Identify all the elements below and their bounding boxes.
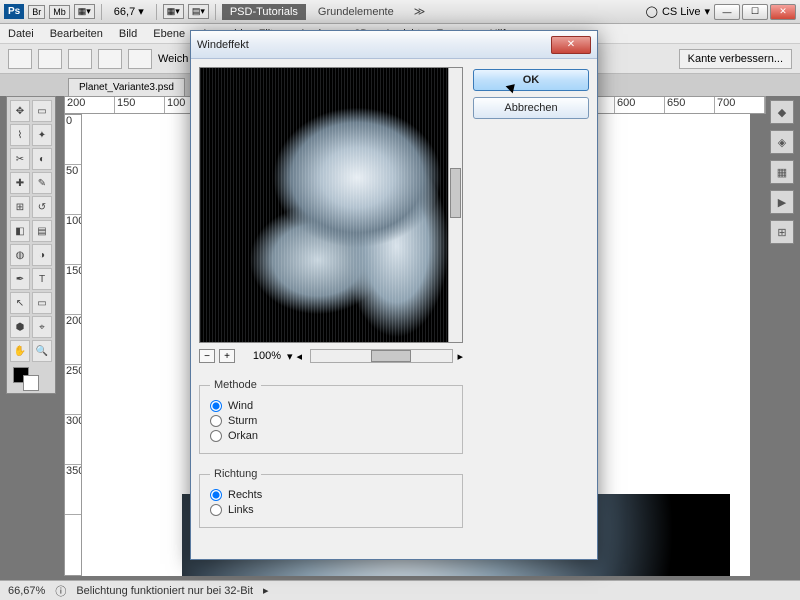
direction-legend: Richtung [210,468,261,480]
status-info-icon: ⓘ [55,583,66,599]
selection-mode-icon-4[interactable] [128,49,152,69]
ok-button[interactable]: OK [473,69,589,91]
status-arrow-icon[interactable]: ▸ [263,584,269,597]
brush-tool[interactable]: ✎ [32,172,52,194]
preview-zoom-value: 100% [239,350,283,362]
marquee-tool[interactable]: ▭ [32,100,52,122]
status-bar: 66,67% ⓘ Belichtung funktioniert nur bei… [0,580,800,600]
gradient-tool[interactable]: ▤ [32,220,52,242]
dodge-tool[interactable]: ◑ [32,244,52,266]
status-zoom[interactable]: 66,67% [8,585,45,597]
right-panels: ◆ ◈ ▦ ▶ ⊞ [770,100,796,250]
selection-mode-icon-2[interactable] [68,49,92,69]
cslive-icon[interactable]: ◯ [646,5,658,18]
zoom-out-button[interactable]: − [199,349,215,363]
preview-scrollbar-v[interactable] [448,68,462,342]
ruler-vertical: 050100150200250300350 [64,114,82,576]
panel-icon-1[interactable]: ◆ [770,100,794,124]
refine-edge-button[interactable]: Kante verbessern... [679,49,792,69]
selection-mode-icon[interactable] [38,49,62,69]
path-tool[interactable]: ↖ [10,292,30,314]
pen-tool[interactable]: ✒ [10,268,30,290]
zoom-level[interactable]: 66,7 ▾ [108,5,150,18]
eyedropper-tool[interactable]: ◐ [32,148,52,170]
direction-rechts[interactable]: Rechts [210,489,452,501]
zoom-in-button[interactable]: + [219,349,235,363]
wand-tool[interactable]: ✦ [32,124,52,146]
lasso-tool[interactable]: ⌇ [10,124,30,146]
type-tool[interactable]: T [32,268,52,290]
method-group: Methode Wind Sturm Orkan [199,379,463,454]
menu-datei[interactable]: Datei [8,28,34,40]
scroll-left-icon[interactable]: ◂ [297,350,303,363]
camera-tool[interactable]: ⌖ [32,316,52,338]
document-tab[interactable]: Planet_Variante3.psd [68,78,185,96]
minimize-button[interactable]: — [714,4,740,20]
minibridge-button[interactable]: Mb [49,5,70,19]
crop-tool[interactable]: ✂ [10,148,30,170]
history-brush-tool[interactable]: ↺ [32,196,52,218]
direction-links[interactable]: Links [210,504,452,516]
app-header: Ps Br Mb ▦▾ 66,7 ▾ ▦▾ ▤▾ PSD-Tutorials G… [0,0,800,24]
stamp-tool[interactable]: ⊞ [10,196,30,218]
panel-icon-4[interactable]: ▶ [770,190,794,214]
selection-mode-icon-3[interactable] [98,49,122,69]
tool-preset-icon[interactable] [8,49,32,69]
bridge-button[interactable]: Br [28,5,45,19]
dialog-titlebar[interactable]: Windeffekt ✕ [191,31,597,59]
method-sturm[interactable]: Sturm [210,415,452,427]
panel-icon-2[interactable]: ◈ [770,130,794,154]
panel-icon-3[interactable]: ▦ [770,160,794,184]
move-tool[interactable]: ✥ [10,100,30,122]
panel-icon-5[interactable]: ⊞ [770,220,794,244]
zoom-dropdown-icon[interactable]: ▾ [287,350,293,363]
color-swatches[interactable] [9,367,53,391]
method-legend: Methode [210,379,261,391]
zoom-tool[interactable]: 🔍 [32,340,52,362]
dialog-close-button[interactable]: ✕ [551,36,591,54]
shape-tool[interactable]: ▭ [32,292,52,314]
dialog-title: Windeffekt [197,39,551,51]
layout-button[interactable]: ▦▾ [74,4,95,19]
cslive-label[interactable]: CS Live [662,6,701,18]
method-orkan[interactable]: Orkan [210,430,452,442]
status-message: Belichtung funktioniert nur bei 32-Bit [76,585,253,597]
preview-scrollbar-h[interactable] [310,349,453,363]
maximize-button[interactable]: ☐ [742,4,768,20]
method-wind[interactable]: Wind [210,400,452,412]
photoshop-logo: Ps [4,4,24,19]
scroll-right-icon[interactable]: ▸ [457,350,463,363]
workspace-tab-psd-tutorials[interactable]: PSD-Tutorials [222,4,306,20]
menu-bild[interactable]: Bild [119,28,137,40]
workspace-more[interactable]: ≫ [406,3,434,20]
menu-ebene[interactable]: Ebene [153,28,185,40]
filter-preview[interactable] [199,67,463,343]
wind-dialog: Windeffekt ✕ − + 100% ▾ ◂ ▸ Methode Wind… [190,30,598,560]
toolbox: ✥▭ ⌇✦ ✂◐ ✚✎ ⊞↺ ◧▤ ◍◑ ✒T ↖▭ ⬢⌖ ✋🔍 [6,96,56,394]
background-color[interactable] [23,375,39,391]
feather-label: Weich [158,53,188,65]
view-button-2[interactable]: ▤▾ [188,4,209,19]
heal-tool[interactable]: ✚ [10,172,30,194]
direction-group: Richtung Rechts Links [199,468,463,528]
view-button-1[interactable]: ▦▾ [163,4,184,19]
3d-tool[interactable]: ⬢ [10,316,30,338]
cancel-button[interactable]: Abbrechen [473,97,589,119]
cursor-icon [508,82,520,98]
blur-tool[interactable]: ◍ [10,244,30,266]
eraser-tool[interactable]: ◧ [10,220,30,242]
hand-tool[interactable]: ✋ [10,340,30,362]
menu-bearbeiten[interactable]: Bearbeiten [50,28,103,40]
workspace-tab-grundelemente[interactable]: Grundelemente [310,4,402,20]
close-button[interactable]: ✕ [770,4,796,20]
